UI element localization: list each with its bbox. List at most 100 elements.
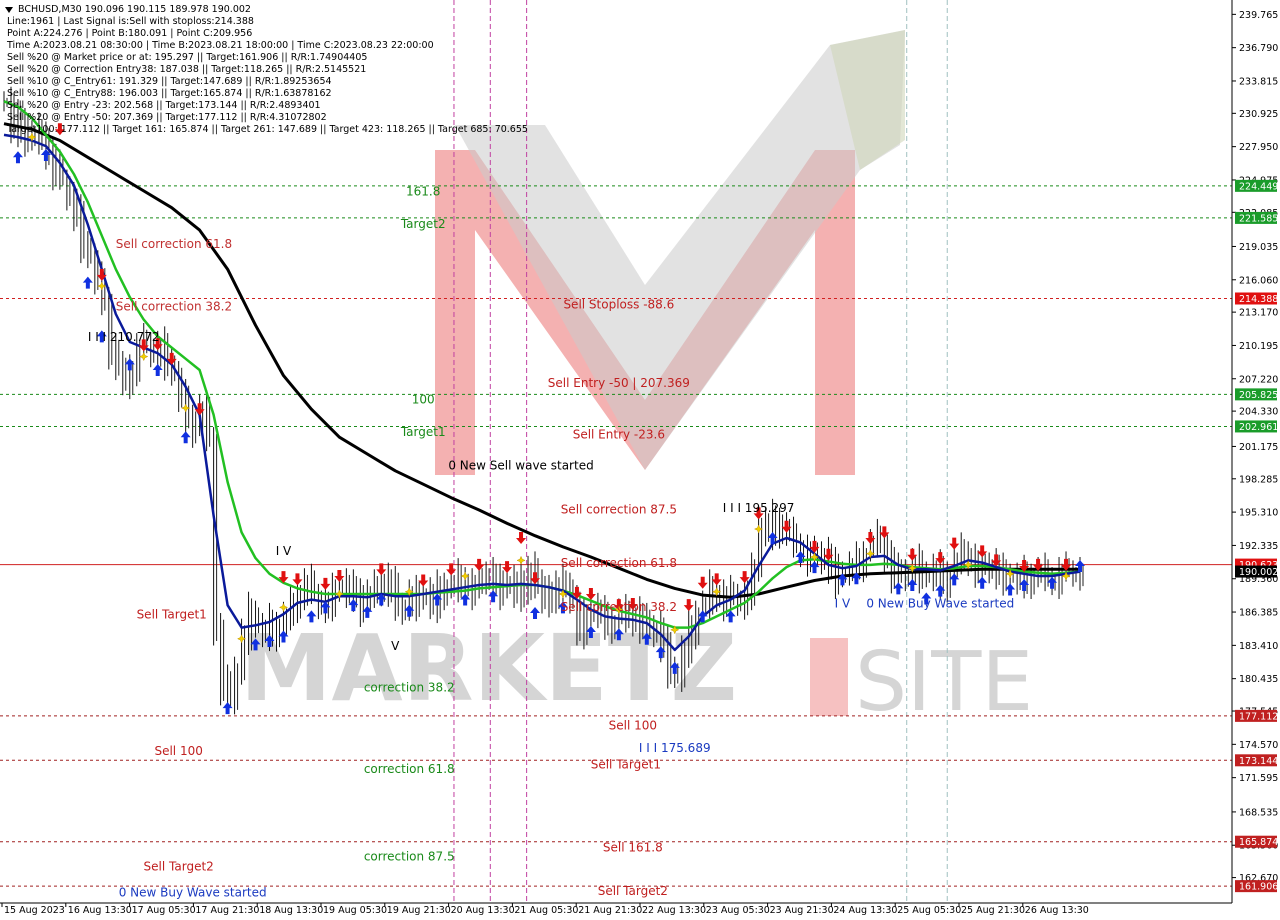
price-tag-label: 221.585 (1239, 213, 1278, 224)
sell-arrow-icon (446, 563, 457, 576)
signal-info-line: Line:1961 | Last Signal is:Sell with sto… (7, 16, 254, 27)
chart-annotation: Sell correction 38.2 (561, 600, 677, 614)
chart-annotation: Sell Target2 (144, 860, 214, 874)
chart-annotation: Sell 100 (154, 744, 202, 758)
chart-annotation: Sell correction 87.5 (561, 502, 677, 516)
chart-annotation: Target1 (400, 425, 446, 439)
price-tag-label: 173.144 (1239, 756, 1278, 767)
price-tick-label: 204.330 (1239, 407, 1278, 418)
signal-info-line: Time A:2023.08.21 08:30:00 | Time B:2023… (7, 40, 434, 51)
signal-info-line: Sell %10 @ C_Entry88: 196.003 || Target:… (7, 88, 332, 99)
time-tick-label: 19 Aug 21:30 (387, 905, 451, 916)
chart-annotation: Sell Target1 (591, 758, 661, 772)
price-tags: 224.449221.585214.388205.825202.961190.6… (1235, 179, 1278, 893)
chart-annotation: Sell Entry -50 | 207.369 (548, 376, 690, 390)
price-axis[interactable]: 239.765236.790233.815230.925227.950224.9… (1232, 10, 1278, 884)
sell-arrow-icon (292, 573, 303, 586)
time-tick-label: 20 Aug 13:30 (451, 905, 515, 916)
time-tick-label: 16 Aug 13:30 (68, 905, 132, 916)
chart-annotation: I V (276, 544, 292, 558)
chart-annotation: 161.8 (406, 184, 440, 198)
chart-annotation: correction 87.5 (364, 849, 455, 863)
chart-annotation: Sell correction 38.2 (116, 300, 232, 314)
sell-arrow-icon (683, 599, 694, 612)
time-tick-label: 26 Aug 13:30 (1025, 905, 1089, 916)
price-tick-label: 171.595 (1239, 773, 1278, 784)
chart-annotation: Sell Stoploss -88.6 (563, 297, 674, 311)
price-tick-label: 198.285 (1239, 474, 1278, 485)
chart-annotation: 100 (412, 393, 435, 407)
price-tag-label: 205.825 (1239, 390, 1278, 401)
chart-annotation: I I I 195.297 (723, 501, 795, 515)
price-tick-label: 186.385 (1239, 608, 1278, 619)
time-tick-label: 18 Aug 13:30 (259, 905, 323, 916)
price-tag-label: 161.906 (1239, 882, 1278, 893)
price-tick-label: 174.570 (1239, 740, 1278, 751)
sell-arrow-icon (949, 537, 960, 550)
chart-annotation: Sell correction 61.8 (561, 556, 677, 570)
price-tick-label: 233.815 (1239, 76, 1278, 87)
time-tick-label: 21 Aug 21:30 (578, 905, 642, 916)
price-tag-label: 190.002 (1239, 567, 1278, 578)
buy-arrow-icon (82, 276, 93, 289)
chart-annotation: correction 38.2 (364, 680, 455, 694)
chart-annotation: Sell 100 (609, 718, 657, 732)
chart-annotation: I V (835, 596, 851, 610)
star-marker-icon (139, 351, 149, 362)
price-tick-label: 180.435 (1239, 674, 1278, 685)
signal-info-line: Sell %20 @ Correction Entry38: 187.038 |… (7, 64, 367, 75)
time-tick-label: 23 Aug 21:30 (770, 905, 834, 916)
chart-annotation: V (391, 639, 400, 653)
chart-annotation: I I I 210.772 (88, 330, 160, 344)
time-tick-label: 24 Aug 13:30 (833, 905, 897, 916)
time-axis[interactable]: 15 Aug 2023 16 Aug 13:30 17 Aug 05:30 17 Au… (1, 903, 1089, 916)
price-tick-label: 236.790 (1239, 43, 1278, 54)
sell-arrow-icon (697, 576, 708, 589)
chart-annotation: Sell Entry -23.6 (573, 427, 665, 441)
chart-annotation: 0 New Sell wave started (448, 459, 593, 473)
signal-info-line: Target100: 177.112 || Target 161: 165.87… (7, 124, 528, 135)
buy-arrow-icon (180, 431, 191, 444)
price-tag-label: 214.388 (1239, 294, 1278, 305)
sell-arrow-icon (516, 531, 527, 544)
time-tick-label: 19 Aug 05:30 (323, 905, 387, 916)
price-tick-label: 183.410 (1239, 641, 1278, 652)
chart-annotation: I I I 175.689 (639, 741, 711, 755)
chart-annotation: 0 New Buy Wave started (866, 596, 1014, 610)
price-tick-label: 207.220 (1239, 374, 1278, 385)
star-marker-icon (516, 555, 526, 566)
signal-info-line: Point A:224.276 | Point B:180.091 | Poin… (7, 28, 253, 39)
price-tick-label: 168.535 (1239, 807, 1278, 818)
price-tick-label: 213.170 (1239, 308, 1278, 319)
chart-annotation: Sell Target2 (598, 884, 668, 898)
time-tick-label: 17 Aug 05:30 (132, 905, 196, 916)
signal-info-line: Sell %20 @ Market price or at: 195.297 |… (7, 52, 368, 63)
chart-annotation: correction 61.8 (364, 762, 455, 776)
symbol-line: BCHUSD,M30 190.096 190.115 189.978 190.0… (18, 4, 251, 15)
price-tag-label: 165.874 (1239, 837, 1278, 848)
chart-annotation: 0 New Buy Wave started (119, 885, 267, 899)
time-tick-label: 25 Aug 21:30 (961, 905, 1025, 916)
chart-annotation: Sell 161.8 (603, 840, 663, 854)
time-tick-label: 25 Aug 05:30 (897, 905, 961, 916)
price-tick-label: 239.765 (1239, 10, 1278, 21)
price-tick-label: 201.175 (1239, 442, 1278, 453)
price-tag-label: 177.112 (1239, 711, 1278, 722)
svg-text:MARKETZ: MARKETZ (240, 615, 737, 722)
price-tag-label: 202.961 (1239, 422, 1278, 433)
time-tick-label: 17 Aug 21:30 (195, 905, 259, 916)
price-tag-label: 224.449 (1239, 181, 1278, 192)
time-tick-label: 15 Aug 2023 (4, 905, 65, 916)
price-tick-label: 192.335 (1239, 541, 1278, 552)
time-tick-label: 23 Aug 05:30 (706, 905, 770, 916)
price-chart[interactable]: MARKETZ SITE Sell correction 61.8Sell co… (0, 0, 1280, 920)
chart-annotation: Sell correction 61.8 (116, 237, 232, 251)
signal-info-line: Sell %10 @ C_Entry61: 191.329 || Target:… (7, 76, 332, 87)
time-tick-label: 21 Aug 05:30 (514, 905, 578, 916)
chart-annotation: Target2 (400, 217, 446, 231)
sell-arrow-icon (376, 563, 387, 576)
signal-info-line: Sell %20 @ Entry -50: 207.369 || Target:… (7, 112, 327, 123)
price-tick-label: 210.195 (1239, 341, 1278, 352)
symbol-triangle-icon (5, 7, 13, 13)
time-tick-label: 22 Aug 13:30 (642, 905, 706, 916)
